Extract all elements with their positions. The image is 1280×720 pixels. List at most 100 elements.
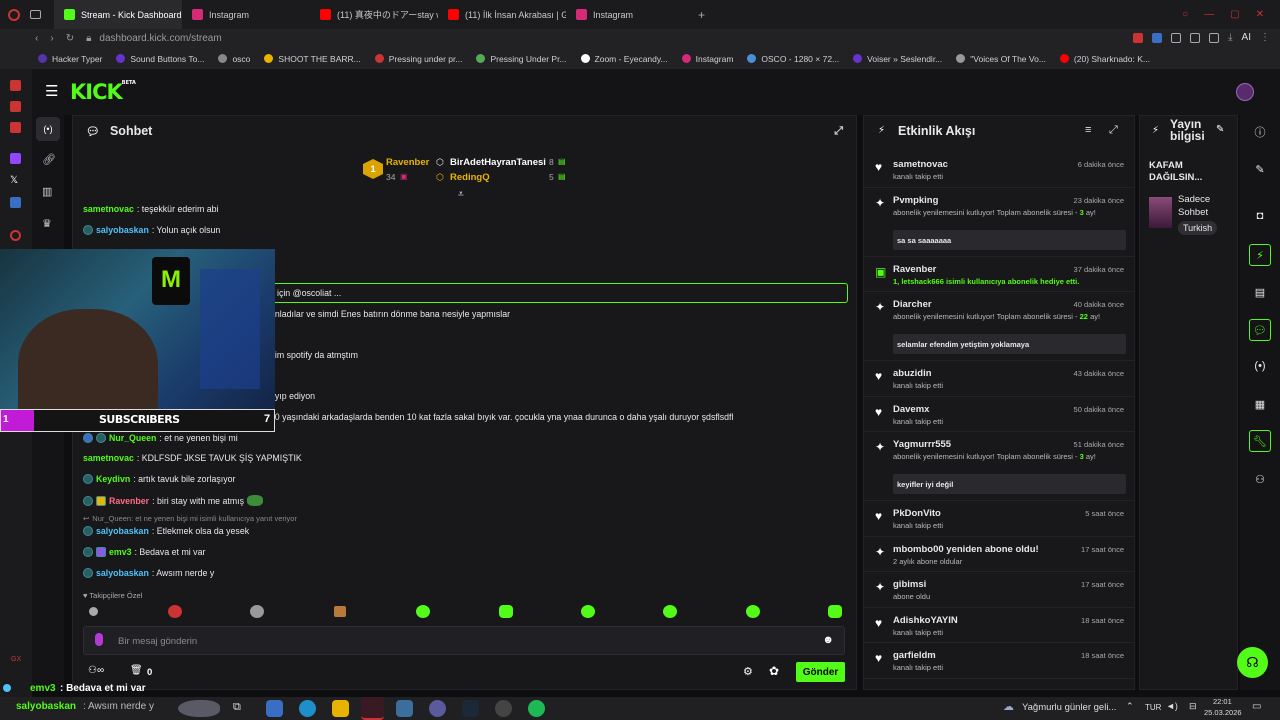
bookmark-item[interactable]: Pressing under pr... [374, 54, 462, 64]
chat-panel-button[interactable]: 💬︎ [1249, 319, 1271, 341]
activity-item[interactable]: ✦ Yagmurrr555 51 dakika önce abonelik yenil… [863, 432, 1135, 501]
leaderboard-name[interactable]: Ravenber [386, 157, 429, 168]
live-signal-icon[interactable]: (•) [1249, 355, 1271, 377]
extension-icon[interactable] [1133, 32, 1144, 43]
bookmark-item[interactable]: osco [218, 54, 250, 64]
chat-input-box[interactable]: Bir mesaj gönderin ☻ [83, 626, 845, 655]
activity-item[interactable]: ✦ gibimsi 17 saat önce abone oldu [863, 572, 1135, 608]
support-button[interactable]: ☊ [1237, 647, 1268, 678]
bookmark-item[interactable]: Pressing Under Pr... [476, 54, 567, 64]
analytics-icon[interactable]: ▥ [42, 185, 52, 198]
community-icon[interactable]: ⚇ [1249, 468, 1271, 490]
activity-username[interactable]: sametnovac [893, 159, 948, 170]
emote-icon[interactable] [168, 605, 182, 618]
keyboard-language[interactable]: TUR [1145, 703, 1161, 712]
emote-icon[interactable] [746, 605, 760, 618]
layout-icon[interactable]: ▦ [1249, 393, 1271, 415]
maximize-icon[interactable]: ▢ [1230, 9, 1239, 20]
share-icon[interactable] [1209, 32, 1220, 43]
leaderboard-name[interactable]: RedingQ [450, 172, 490, 183]
task-view-icon[interactable]: ⧉ [233, 701, 241, 714]
popout-icon[interactable]: ⤢ [1109, 124, 1118, 137]
activity-username[interactable]: Diarcher [893, 299, 932, 310]
extension-icon[interactable] [1152, 32, 1163, 43]
emoji-picker-icon[interactable]: ☻ [822, 634, 834, 646]
new-tab-button[interactable]: + [698, 8, 705, 22]
activity-username[interactable]: Ravenber [893, 264, 936, 275]
emote-icon[interactable] [89, 607, 98, 616]
activity-username[interactable]: abuzidin [893, 368, 932, 379]
activity-item[interactable]: ♥ sametnovac 6 dakika önce kanalı takip ett… [863, 152, 1135, 188]
emote-icon[interactable] [250, 605, 264, 618]
activity-username[interactable]: Yagmurrr555 [893, 439, 951, 450]
activity-username[interactable]: Pvmpking [893, 195, 938, 206]
chat-username[interactable]: Nur_Queen [109, 433, 156, 443]
activity-username[interactable]: mbombo00 yeniden abone oldu! [893, 544, 1039, 555]
chat-username[interactable]: sametnovac [83, 453, 134, 463]
chat-username[interactable]: salyobaskan [96, 526, 149, 536]
messenger-icon[interactable] [10, 80, 21, 91]
clock-time[interactable]: 22:01 [1213, 697, 1232, 706]
leaderboard-name[interactable]: BirAdetHayranTanesi [450, 157, 546, 168]
bookmark-item[interactable]: Voiser » Seslendir... [853, 54, 942, 64]
mod-tools-button[interactable]: 🔧︎ [1249, 430, 1271, 452]
volume-icon[interactable]: ◄) [1166, 701, 1178, 711]
tab-youtube-2[interactable]: (11) İlk İnsan Akrabası | Gl [438, 0, 566, 29]
search-tabs-icon[interactable]: ○ [1182, 9, 1188, 20]
url-field[interactable]: dashboard.kick.com/stream [99, 33, 221, 44]
emote-icon[interactable] [828, 605, 842, 618]
notifications-icon[interactable]: ▭ [1252, 701, 1261, 712]
pinned-message[interactable]: için @oscoliat ... [266, 283, 848, 303]
activity-username[interactable]: PkDonVito [893, 508, 941, 519]
expand-leaderboard-icon[interactable]: ⩡ [458, 189, 464, 200]
popout-icon[interactable]: ⤢ [834, 125, 843, 138]
activity-item[interactable]: ♥ AdishkoYAYIN 18 saat önce kanalı takip et… [863, 608, 1135, 643]
avatar[interactable] [1236, 83, 1254, 101]
network-icon[interactable]: ⊟ [1189, 701, 1197, 712]
instagram-side-icon[interactable] [10, 122, 21, 133]
chat-username[interactable]: Keydivn [96, 474, 130, 484]
menu-icon[interactable]: ⋮ [1260, 32, 1270, 43]
explorer-app-icon[interactable] [266, 700, 283, 717]
forward-icon[interactable]: › [50, 33, 53, 44]
chat-username[interactable]: Ravenber [109, 496, 149, 506]
edge-app-icon[interactable] [299, 700, 316, 717]
snapshot-icon[interactable] [1190, 32, 1201, 43]
activity-item[interactable]: ✦ Diarcher 40 dakika önce abonelik yenileme… [863, 292, 1135, 361]
opera-app-icon[interactable] [361, 697, 384, 720]
emote-icon[interactable] [499, 605, 513, 618]
gx-icon[interactable]: GX [11, 656, 21, 663]
twitch-icon[interactable] [10, 153, 21, 164]
emote-icon[interactable] [334, 606, 346, 617]
activity-item[interactable]: ▣ Ravenber 37 dakika önce 1, letshack666 is… [863, 257, 1135, 292]
info-icon[interactable]: ⓘ [1249, 121, 1271, 143]
bookmark-item[interactable]: (20) Sharknado: K... [1059, 54, 1150, 64]
tray-chevron-icon[interactable]: ⌃ [1126, 701, 1134, 712]
chat-username[interactable]: emv3 [109, 547, 132, 557]
edit-icon[interactable]: ✎ [1216, 124, 1224, 135]
send-button[interactable]: Gönder [796, 662, 845, 682]
clock-date[interactable]: 25.03.2026 [1204, 708, 1242, 717]
bookmark-item[interactable]: OSCO - 1280 × 72... [747, 54, 839, 64]
activity-username[interactable]: AdishkoYAYIN [893, 615, 958, 626]
close-window-icon[interactable]: ✕ [1256, 9, 1264, 20]
emote-icon[interactable] [663, 605, 677, 618]
preview-icon[interactable]: ◘ [1249, 205, 1271, 227]
bookmark-item[interactable]: Sound Buttons To... [116, 54, 204, 64]
opera-menu-icon[interactable] [8, 8, 20, 21]
edit-stream-icon[interactable]: ✎ [1249, 158, 1271, 180]
category-name[interactable]: Sadece Sohbet [1178, 193, 1223, 219]
spotify-app-icon[interactable] [528, 700, 545, 717]
trash-icon[interactable]: 🗑︎ [130, 665, 143, 676]
bookmark-item[interactable]: Instagram [681, 54, 733, 64]
whatsapp-icon[interactable] [10, 101, 21, 112]
activity-username[interactable]: Davemx [893, 404, 929, 415]
stream-live-icon[interactable]: (•) [36, 117, 60, 141]
activity-username[interactable]: garfieldm [893, 650, 936, 661]
obs-app-icon[interactable] [429, 700, 446, 717]
app-icon[interactable] [495, 700, 512, 717]
history-icon[interactable] [10, 230, 21, 241]
notes-icon[interactable]: ▤ [1249, 281, 1271, 303]
app-icon[interactable] [396, 700, 413, 717]
weather-text[interactable]: Yağmurlu günler geli... [1022, 702, 1116, 713]
